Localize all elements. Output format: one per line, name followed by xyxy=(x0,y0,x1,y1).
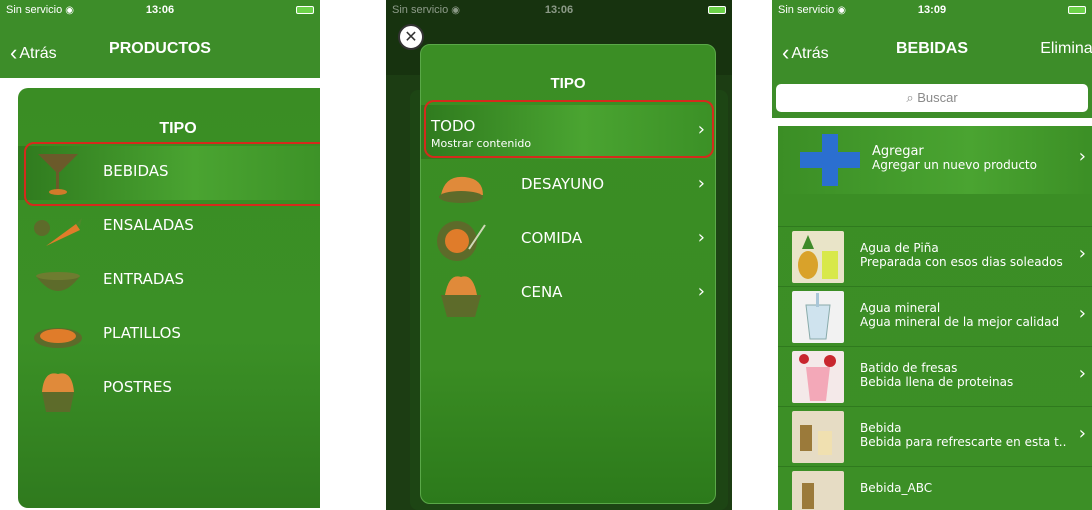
list-item-entradas[interactable]: ENTRADAS › xyxy=(18,254,320,308)
salad-icon xyxy=(34,218,82,246)
section-header: TIPO xyxy=(550,75,586,92)
screen-bebidas: Sin servicio ◉ 13:09 ‹ Atrás BEBIDAS Elimi… xyxy=(772,0,1092,510)
list-item-ensaladas[interactable]: ENSALADAS › xyxy=(18,200,320,254)
strawberry-shake-thumbnail xyxy=(792,351,844,403)
list-item[interactable]: Agua mineral Agua mineral de la mejor ca… xyxy=(778,286,1092,346)
list-item[interactable]: Agua de Piña Preparada con esos dias sol… xyxy=(778,226,1092,286)
page-title: PRODUCTOS xyxy=(109,40,211,57)
water-glass-thumbnail xyxy=(792,291,844,343)
bread-icon xyxy=(439,176,483,203)
clock: 13:09 xyxy=(917,4,947,16)
close-button[interactable]: ✕ xyxy=(398,24,424,50)
chevron-right-icon: › xyxy=(697,173,705,194)
chevron-right-icon: › xyxy=(1078,146,1086,167)
list-item-platillos[interactable]: PLATILLOS › xyxy=(18,308,320,362)
close-icon: ✕ xyxy=(404,27,418,46)
list-item-cena[interactable]: CENA › xyxy=(421,267,715,321)
list-item[interactable]: Batido de fresas Bebida llena de protein… xyxy=(778,346,1092,406)
clock: 13:06 xyxy=(544,4,574,16)
section-header: TIPO xyxy=(159,120,197,137)
cup-icon xyxy=(441,276,481,317)
chevron-right-icon: › xyxy=(697,281,705,302)
selection-highlight xyxy=(424,100,714,158)
nav-bar: Sin servicio ◉ 13:06 ‹ Atrás PRODUCTOS xyxy=(0,0,320,78)
chevron-right-icon: › xyxy=(1078,363,1086,384)
list-item-comida[interactable]: COMIDA › xyxy=(421,213,715,267)
clock: 13:06 xyxy=(145,4,175,16)
delete-button[interactable]: Eliminar xyxy=(1040,40,1092,58)
screen-productos: Sin servicio ◉ 13:06 ‹ Atrás PRODUCTOS TIP… xyxy=(0,0,320,510)
status-bar: Sin servicio ◉ 13:06 xyxy=(0,0,320,20)
nav-bar: Sin servicio ◉ 13:09 ‹ Atrás BEBIDAS Elimi… xyxy=(772,0,1092,78)
battery-icon xyxy=(1068,6,1086,14)
battery-icon xyxy=(296,6,314,14)
drinks-thumbnail xyxy=(792,471,844,510)
search-input[interactable]: ⌕ Buscar xyxy=(776,84,1088,112)
list-item[interactable]: Bebida Bebida para refrescarte en esta t… xyxy=(778,406,1092,466)
battery-icon xyxy=(708,6,726,14)
bowl-icon xyxy=(36,272,80,291)
cupcake-icon xyxy=(42,373,74,412)
list-item[interactable]: Bebida_ABC xyxy=(778,466,1092,510)
chevron-right-icon: › xyxy=(1078,243,1086,264)
screen-tipo-modal: Sin servicio ◉ 13:06 TIPO TODO Mostrar co… xyxy=(386,0,732,510)
plus-icon xyxy=(800,134,860,186)
status-bar: Sin servicio ◉ 13:06 xyxy=(386,0,732,20)
search-bar: ⌕ Buscar xyxy=(772,78,1092,118)
add-product-row[interactable]: Agregar Agregar un nuevo producto › xyxy=(778,126,1092,194)
plate-icon xyxy=(437,221,486,261)
search-icon: ⌕ xyxy=(906,90,918,105)
chevron-right-icon: › xyxy=(697,227,705,248)
selection-highlight xyxy=(24,142,320,206)
pineapple-drink-thumbnail xyxy=(792,231,844,283)
list-item-postres[interactable]: POSTRES › xyxy=(18,362,320,416)
chevron-right-icon: › xyxy=(1078,423,1086,444)
list-item-desayuno[interactable]: DESAYUNO › xyxy=(421,159,715,213)
dish-icon xyxy=(34,328,82,348)
drinks-thumbnail xyxy=(792,411,844,463)
chevron-right-icon: › xyxy=(1078,303,1086,324)
product-list: Agregar Agregar un nuevo producto › Agua… xyxy=(778,126,1092,510)
status-bar: Sin servicio ◉ 13:09 xyxy=(772,0,1092,20)
